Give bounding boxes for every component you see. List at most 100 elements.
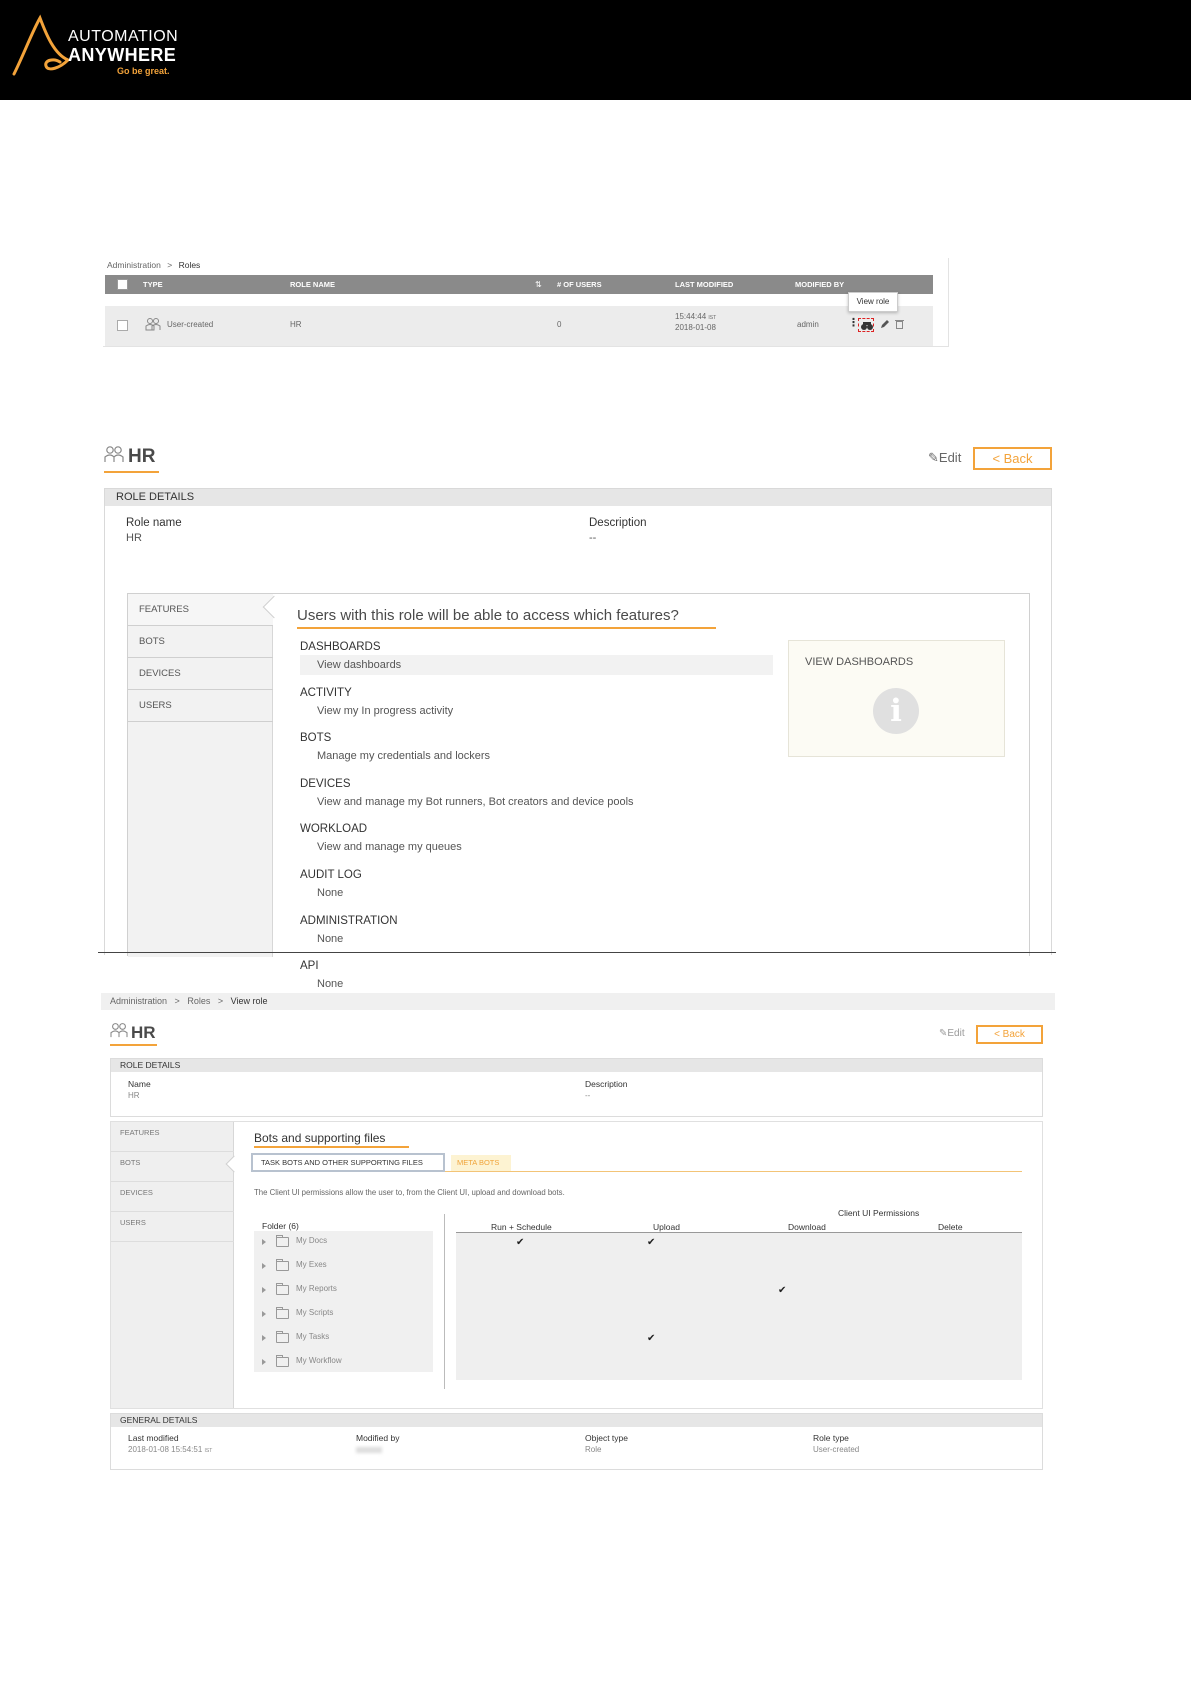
edit-button[interactable]: ✎Edit: [928, 450, 961, 466]
last-modified-value: 2018-01-08 15:54:51 IST: [128, 1445, 212, 1454]
select-all-checkbox[interactable]: [117, 279, 128, 290]
nav-bots[interactable]: BOTS: [111, 1152, 234, 1182]
permissions-title: Client UI Permissions: [838, 1208, 920, 1218]
roles-list-screenshot: Administration > Roles TYPE ROLE NAME ⇅ …: [103, 258, 949, 347]
features-heading: Users with this role will be able to acc…: [297, 607, 679, 624]
folder-header: Folder (6): [262, 1221, 299, 1231]
view-role-bots-screenshot: HR ✎Edit < Back ROLE DETAILS Name HR Des…: [101, 1012, 1055, 1482]
logo-text-anywhere: ANYWHERE: [68, 45, 177, 65]
expand-arrow-icon[interactable]: [262, 1287, 266, 1293]
nav-features[interactable]: FEATURES: [111, 1122, 234, 1152]
permissions-description: The Client UI permissions allow the user…: [254, 1188, 565, 1197]
feature-item[interactable]: None: [300, 974, 343, 994]
users-count-cell: 0: [557, 320, 562, 329]
timezone: IST: [708, 315, 717, 321]
feature-item[interactable]: None: [300, 883, 343, 903]
row-checkbox[interactable]: [117, 320, 128, 331]
expand-arrow-icon[interactable]: [262, 1239, 266, 1245]
checkmark-icon: ✔: [516, 1237, 525, 1248]
tab-meta-bots[interactable]: META BOTS: [451, 1155, 511, 1171]
nav-devices[interactable]: DEVICES: [128, 658, 273, 690]
folder-row[interactable]: My Workflow: [254, 1351, 433, 1375]
back-button[interactable]: < Back: [973, 447, 1052, 470]
description-value: --: [589, 532, 597, 544]
breadcrumb-bar: Administration > Roles > View role: [101, 993, 1055, 1010]
edit-icon[interactable]: [880, 319, 890, 331]
feature-item[interactable]: Manage my credentials and lockers: [300, 746, 490, 766]
role-title: HR: [128, 445, 156, 467]
perm-col-upload: Upload: [653, 1222, 680, 1232]
table-row[interactable]: User-created HR 0 15:44:44 IST 2018-01-0…: [105, 306, 933, 346]
folder-icon: [276, 1355, 289, 1367]
timezone: IST: [204, 1448, 213, 1454]
delete-icon[interactable]: [895, 319, 904, 331]
folder-row[interactable]: My Reports: [254, 1279, 433, 1303]
folder-row[interactable]: My Scripts: [254, 1303, 433, 1327]
back-button[interactable]: < Back: [976, 1025, 1043, 1044]
role-sidebar: FEATURES BOTS DEVICES USERS: [128, 594, 273, 957]
checkmark-icon: ✔: [647, 1237, 656, 1248]
view-role-icon[interactable]: [858, 318, 874, 332]
role-icon: [104, 445, 124, 468]
role-type-label: Role type: [813, 1433, 849, 1443]
title-underline: [110, 1044, 157, 1046]
perm-col-download: Download: [788, 1222, 826, 1232]
tab-task-bots[interactable]: TASK BOTS AND OTHER SUPPORTING FILES: [251, 1153, 445, 1172]
folder-row[interactable]: My Docs: [254, 1231, 433, 1255]
role-details-header: ROLE DETAILS: [105, 489, 1051, 506]
nav-features[interactable]: FEATURES: [128, 594, 273, 626]
expand-arrow-icon[interactable]: [262, 1263, 266, 1269]
feature-item[interactable]: View and manage my Bot runners, Bot crea…: [300, 792, 634, 812]
automation-anywhere-logo: AUTOMATION ANYWHERE Go be great.: [10, 14, 200, 78]
breadcrumb-separator: >: [217, 996, 224, 1006]
folder-row[interactable]: My Tasks: [254, 1327, 433, 1351]
role-type-value: User-created: [813, 1445, 860, 1454]
folder-name: My Scripts: [296, 1308, 334, 1317]
folder-icon: [276, 1307, 289, 1319]
column-separator: [444, 1214, 445, 1389]
expand-arrow-icon[interactable]: [262, 1359, 266, 1365]
perm-col-delete: Delete: [938, 1222, 963, 1232]
checkmark-icon: ✔: [778, 1285, 787, 1296]
last-modified-datetime: 2018-01-08 15:54:51: [128, 1445, 203, 1454]
feature-category: ADMINISTRATION: [300, 915, 398, 927]
feature-item[interactable]: None: [300, 929, 343, 949]
feature-item[interactable]: View and manage my queues: [300, 837, 462, 857]
folder-row[interactable]: My Exes: [254, 1255, 433, 1279]
role-title: HR: [131, 1022, 156, 1042]
heading-underline: [297, 627, 716, 629]
pencil-icon: ✎: [928, 450, 939, 465]
object-type-label: Object type: [585, 1433, 628, 1443]
folder-name: My Tasks: [296, 1332, 330, 1341]
edit-label: Edit: [947, 1028, 965, 1039]
column-role-name[interactable]: ROLE NAME: [290, 280, 335, 289]
nav-users[interactable]: USERS: [111, 1212, 234, 1242]
edit-button[interactable]: ✎Edit: [939, 1028, 965, 1039]
breadcrumb-roles: Roles: [178, 260, 201, 270]
page-title: HR: [110, 1022, 156, 1043]
expand-arrow-icon[interactable]: [262, 1335, 266, 1341]
bots-box: FEATURES BOTS DEVICES USERS Bots and sup…: [110, 1121, 1043, 1409]
edit-label: Edit: [938, 450, 962, 465]
feature-category: WORKLOAD: [300, 823, 368, 835]
breadcrumb-roles[interactable]: Roles: [187, 996, 210, 1006]
expand-arrow-icon[interactable]: [262, 1311, 266, 1317]
breadcrumb-administration[interactable]: Administration: [107, 260, 161, 270]
column-users[interactable]: # OF USERS: [557, 280, 602, 289]
column-modified-by[interactable]: MODIFIED BY: [795, 280, 844, 289]
time-value: 15:44:44: [675, 312, 707, 321]
role-name-cell[interactable]: HR: [290, 320, 302, 329]
nav-users[interactable]: USERS: [128, 690, 273, 722]
role-name-label: Role name: [126, 517, 182, 529]
feature-item[interactable]: View dashboards: [300, 655, 773, 675]
column-last-modified[interactable]: LAST MODIFIED: [675, 280, 733, 289]
breadcrumb-administration[interactable]: Administration: [110, 996, 167, 1006]
folder-name: My Docs: [296, 1236, 328, 1245]
top-banner: AUTOMATION ANYWHERE Go be great.: [0, 0, 1191, 100]
sort-icon[interactable]: ⇅: [535, 280, 542, 289]
column-type[interactable]: TYPE: [143, 280, 163, 289]
folder-icon: [276, 1283, 289, 1295]
feature-item[interactable]: View my In progress activity: [300, 701, 453, 721]
nav-devices[interactable]: DEVICES: [111, 1182, 234, 1212]
nav-bots[interactable]: BOTS: [128, 626, 273, 658]
